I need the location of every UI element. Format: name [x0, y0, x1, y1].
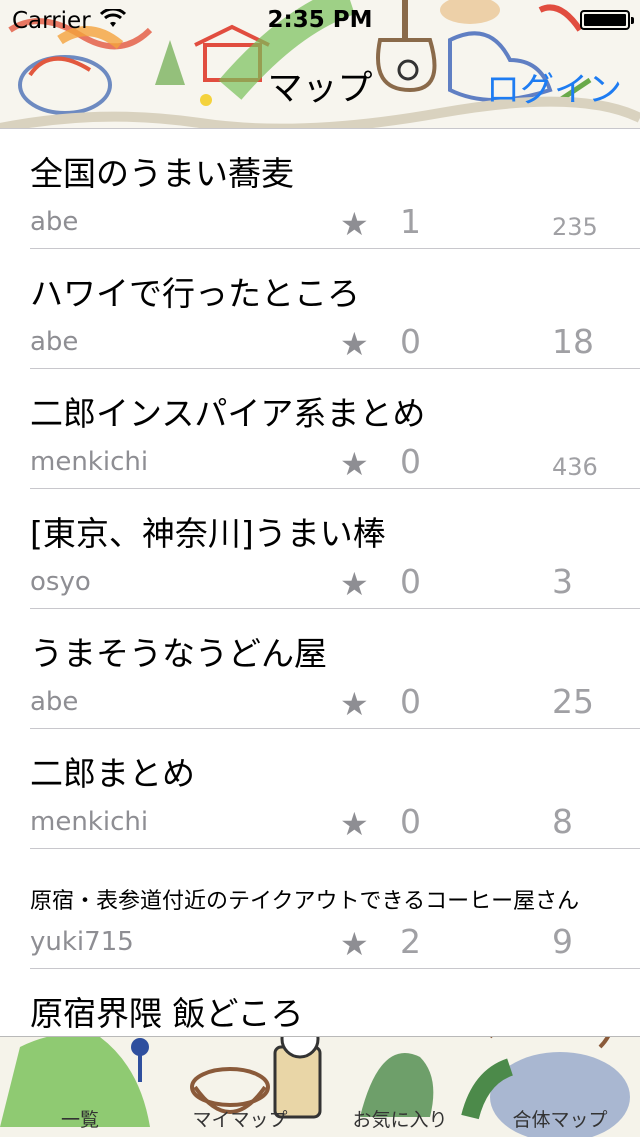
battery-icon — [580, 10, 634, 30]
map-list: 全国のうまい蕎麦 abe ★ 1 235 ハワイで行ったところ abe ★ 0 … — [0, 129, 640, 1088]
favorite-count: 0 — [400, 322, 421, 361]
list-item[interactable]: 全国のうまい蕎麦 abe ★ 1 235 — [30, 129, 640, 249]
favorite-count: 1 — [400, 202, 421, 241]
spot-count: 18 — [552, 322, 594, 361]
spot-count: 436 — [552, 453, 598, 481]
status-bar: Carrier 2:35 PM — [0, 0, 640, 40]
star-icon: ★ — [340, 685, 369, 723]
navigation-header: Carrier 2:35 PM マップ ログイン — [0, 0, 640, 129]
map-author: menkichi — [30, 807, 149, 837]
status-time: 2:35 PM — [267, 7, 373, 33]
star-icon: ★ — [340, 205, 369, 243]
favorite-count: 0 — [400, 682, 421, 721]
list-item[interactable]: 二郎まとめ menkichi ★ 0 8 — [30, 729, 640, 849]
map-title: うまそうなうどん屋 — [30, 634, 327, 673]
tab-my-map[interactable]: マイマップ — [160, 1105, 320, 1132]
map-title: [東京、神奈川]うまい棒 — [30, 514, 386, 553]
map-title: 二郎インスパイア系まとめ — [30, 394, 426, 433]
login-button[interactable]: ログイン — [486, 62, 622, 111]
map-author: abe — [30, 327, 79, 357]
list-item[interactable]: ハワイで行ったところ abe ★ 0 18 — [30, 249, 640, 369]
list-item[interactable]: [東京、神奈川]うまい棒 osyo ★ 0 3 — [30, 489, 640, 609]
spot-count: 3 — [552, 562, 573, 601]
list-item[interactable]: 二郎インスパイア系まとめ menkichi ★ 0 436 — [30, 369, 640, 489]
map-title: 原宿・表参道付近のテイクアウトできるコーヒー屋さん — [30, 889, 580, 914]
map-title: 全国のうまい蕎麦 — [30, 154, 294, 193]
map-author: yuki715 — [30, 927, 134, 957]
spot-count: 9 — [552, 922, 573, 961]
list-item[interactable]: うまそうなうどん屋 abe ★ 0 25 — [30, 609, 640, 729]
spot-count: 25 — [552, 682, 594, 721]
tab-bar: 一覧 マイマップ お気に入り 合体マップ — [0, 1036, 640, 1137]
tab-combined-map[interactable]: 合体マップ — [480, 1105, 640, 1132]
map-author: menkichi — [30, 447, 149, 477]
map-title: 原宿界隈 飯どころ — [30, 994, 304, 1033]
spot-count: 8 — [552, 802, 573, 841]
tab-favorites[interactable]: お気に入り — [320, 1105, 480, 1132]
spot-count: 235 — [552, 213, 598, 241]
map-author: osyo — [30, 567, 91, 597]
map-title: ハワイで行ったところ — [30, 274, 360, 313]
star-icon: ★ — [340, 445, 369, 483]
favorite-count: 0 — [400, 562, 421, 601]
star-icon: ★ — [340, 325, 369, 363]
tab-list[interactable]: 一覧 — [0, 1105, 160, 1132]
favorite-count: 0 — [400, 802, 421, 841]
map-author: abe — [30, 687, 79, 717]
favorite-count: 0 — [400, 442, 421, 481]
map-author: abe — [30, 207, 79, 237]
star-icon: ★ — [340, 925, 369, 963]
favorite-count: 2 — [400, 922, 421, 961]
map-title: 二郎まとめ — [30, 754, 195, 793]
star-icon: ★ — [340, 565, 369, 603]
list-item[interactable]: 原宿・表参道付近のテイクアウトできるコーヒー屋さん yuki715 ★ 2 9 — [30, 849, 640, 969]
star-icon: ★ — [340, 805, 369, 843]
